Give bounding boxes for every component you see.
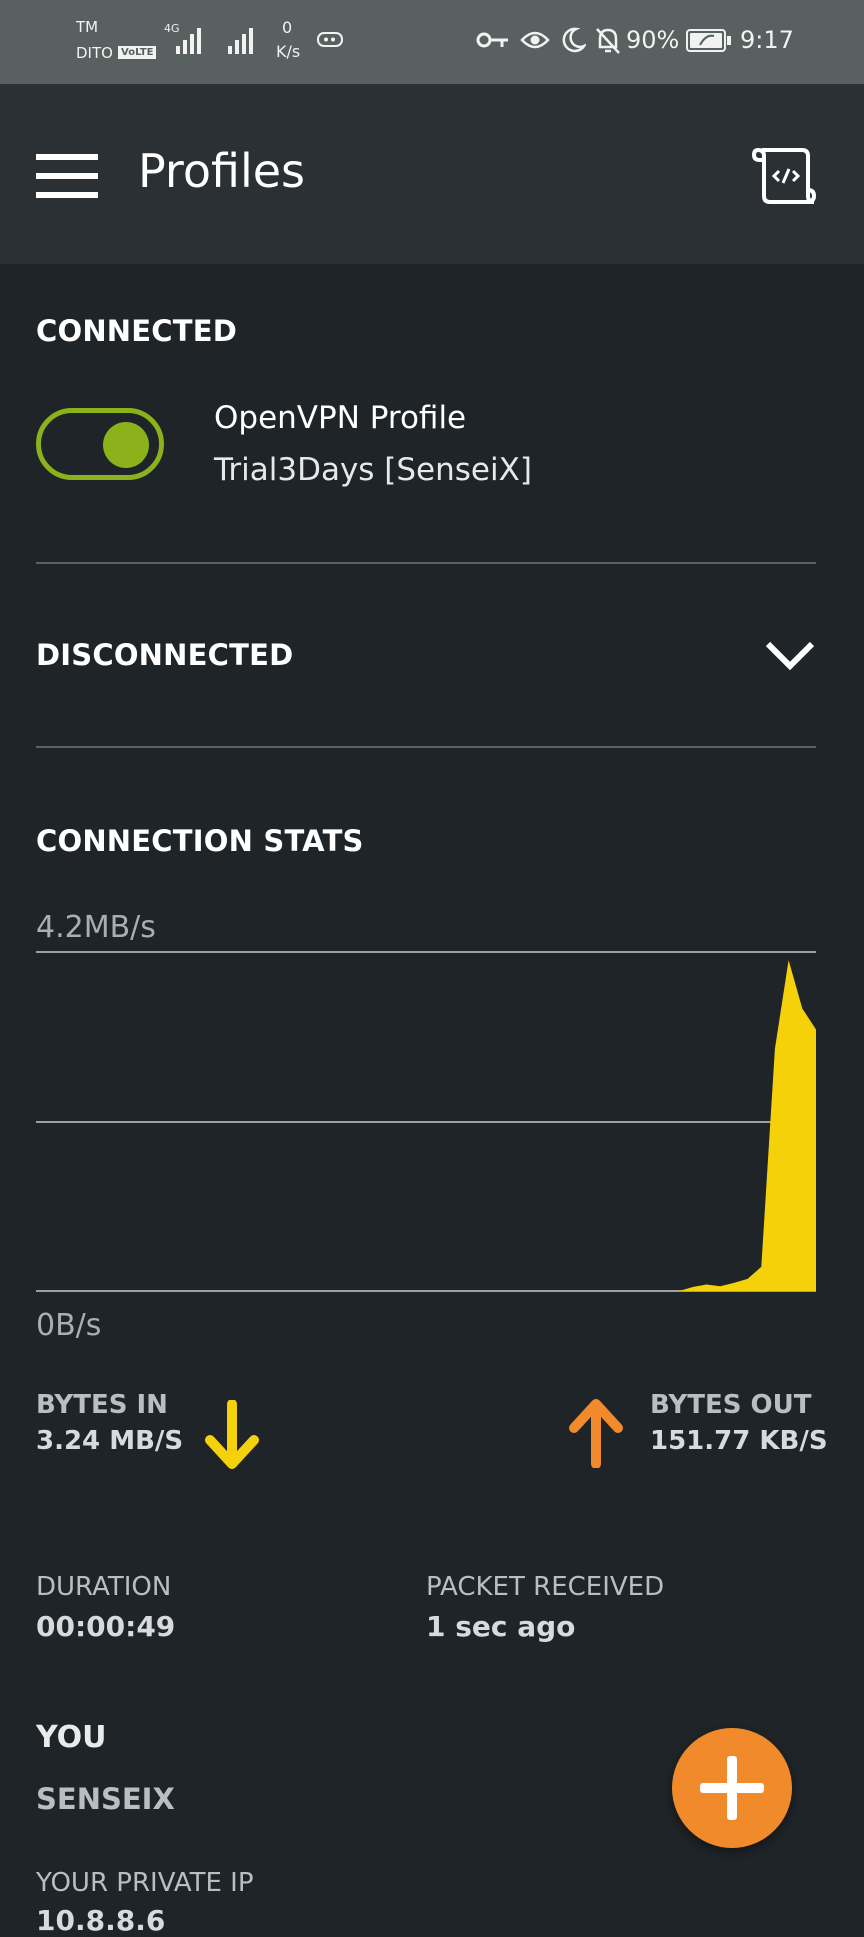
stats-heading: CONNECTION STATS (36, 824, 364, 858)
toggle-knob (103, 422, 149, 468)
duration-label: DURATION (36, 1572, 172, 1602)
you-value: SENSEIX (36, 1782, 175, 1816)
private-ip-value: 10.8.8.6 (36, 1904, 166, 1937)
arrow-up-icon (569, 1399, 623, 1468)
divider (36, 746, 816, 748)
you-heading: YOU (36, 1720, 107, 1755)
vpn-link-icon (317, 32, 343, 47)
chevron-down-icon[interactable] (764, 638, 816, 674)
add-profile-button[interactable] (672, 1728, 792, 1848)
log-icon[interactable] (752, 144, 818, 208)
menu-icon[interactable] (36, 154, 98, 198)
battery-percent: 90% (626, 26, 680, 54)
bell-muted-icon (596, 28, 620, 54)
connected-heading: CONNECTED (36, 314, 238, 348)
volte-badge: VoLTE (118, 46, 157, 59)
chart-y-min-label: 0B/s (36, 1308, 102, 1343)
app-bar: Profiles (0, 84, 864, 264)
signal-icon-2 (228, 28, 253, 54)
divider (36, 562, 816, 564)
battery-icon (686, 29, 731, 52)
plus-icon (700, 1756, 764, 1820)
bytes-out-value: 151.77 KB/S (650, 1426, 828, 1456)
bytes-in-value: 3.24 MB/S (36, 1426, 184, 1456)
profile-toggle[interactable] (36, 408, 164, 480)
moon-icon (562, 27, 586, 53)
eye-icon (520, 31, 550, 49)
carrier-name: DITO (76, 44, 113, 62)
profile-name[interactable]: OpenVPN Profile (214, 400, 466, 436)
bytes-in-label: BYTES IN (36, 1390, 168, 1420)
profile-subtitle: Trial3Days [SenseiX] (214, 452, 532, 488)
packet-received-label: PACKET RECEIVED (426, 1572, 665, 1602)
signal-icon (176, 28, 201, 54)
key-icon (476, 32, 508, 48)
clock: 9:17 (740, 26, 794, 54)
traffic-chart (36, 951, 816, 1292)
disconnected-heading[interactable]: DISCONNECTED (36, 638, 293, 672)
data-speed-value: 0 (282, 18, 293, 37)
page-title: Profiles (138, 144, 305, 198)
bytes-in-area (36, 960, 816, 1291)
bytes-out-label: BYTES OUT (650, 1390, 812, 1420)
status-bar: TM DITO VoLTE 4G 0 K/s 90% 9:17 (0, 0, 864, 84)
private-ip-label: YOUR PRIVATE IP (36, 1868, 254, 1898)
packet-received-value: 1 sec ago (426, 1610, 576, 1643)
duration-value: 00:00:49 (36, 1610, 176, 1643)
carrier-top: TM (76, 18, 99, 36)
arrow-down-icon (205, 1400, 259, 1469)
chart-y-max-label: 4.2MB/s (36, 910, 156, 945)
data-speed-unit: K/s (276, 42, 301, 61)
